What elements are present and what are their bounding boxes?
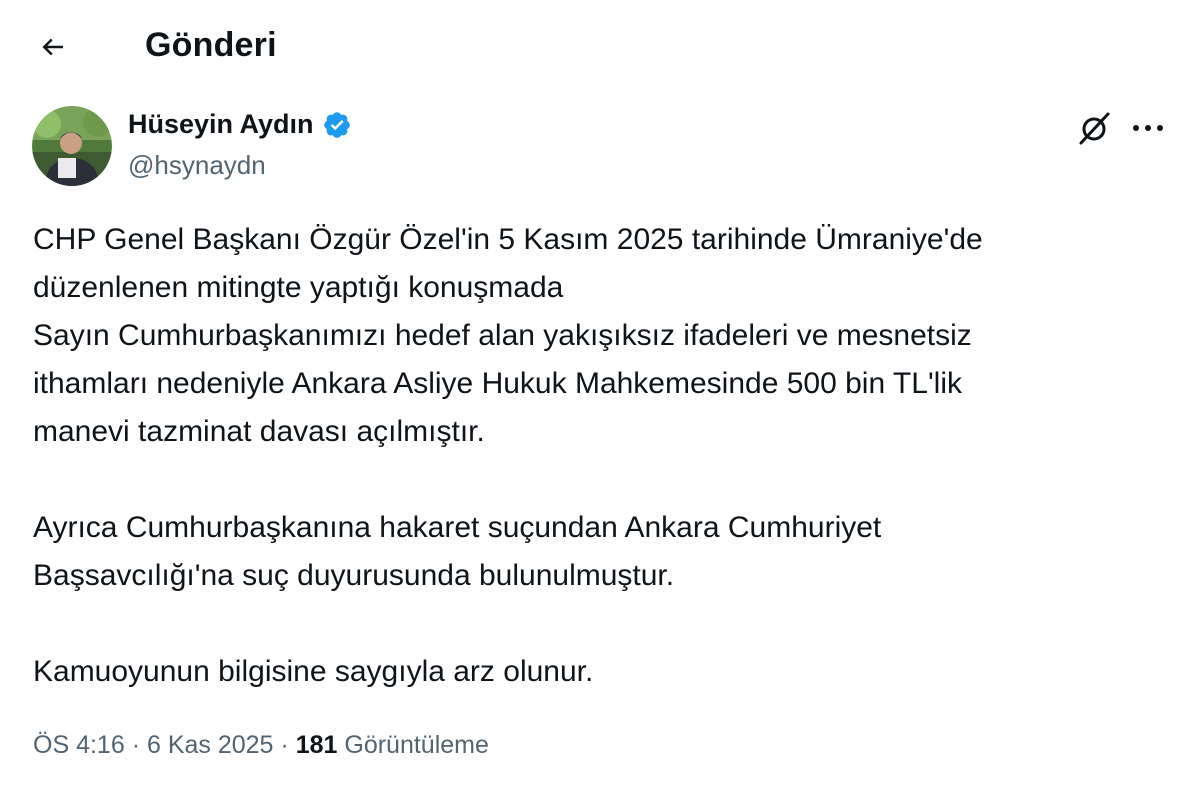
tweet-line: CHP Genel Başkanı Özgür Özel'in 5 Kasım … xyxy=(33,223,983,256)
tweet-line: Ayrıca Cumhurbaşkanına hakaret suçundan … xyxy=(33,511,882,544)
header: Gönderi xyxy=(0,0,1200,92)
back-button[interactable] xyxy=(30,24,76,70)
tweet-time[interactable]: ÖS 4:16 xyxy=(33,731,125,759)
meta-separator: · xyxy=(131,731,141,759)
avatar-image xyxy=(32,106,112,186)
tweet-line: manevi tazminat davası açılmıştır. xyxy=(33,415,485,448)
author-name-row[interactable]: Hüseyin Aydın xyxy=(128,109,352,140)
tweet-line: Sayın Cumhurbaşkanımızı hedef alan yakış… xyxy=(33,319,972,352)
meta-separator: · xyxy=(280,731,289,759)
tweet-text: CHP Genel Başkanı Özgür Özel'in 5 Kasım … xyxy=(33,216,1173,696)
author-handle[interactable]: @hsynaydn xyxy=(128,150,266,181)
author-name[interactable]: Hüseyin Aydın xyxy=(128,109,314,140)
post-detail-page: Gönderi Hüseyin Aydın @hsynaydn CHP Gene… xyxy=(0,0,1200,793)
grok-icon[interactable] xyxy=(1077,110,1113,146)
tweet-line: Kamuoyunun bilgisine saygıyla arz olunur… xyxy=(33,655,594,688)
tweet-line: Başsavcılığı'na suç duyurusunda bulunulm… xyxy=(33,559,675,592)
tweet-date[interactable]: 6 Kas 2025 xyxy=(147,731,274,759)
more-horizontal-icon[interactable] xyxy=(1128,112,1168,144)
arrow-left-icon xyxy=(42,38,63,56)
tweet-meta: ÖS 4:16 · 6 Kas 2025 · 181 Görüntüleme xyxy=(33,731,489,760)
verified-badge-icon xyxy=(323,111,350,138)
views-label: Görüntüleme xyxy=(344,731,489,759)
page-title: Gönderi xyxy=(145,26,277,64)
views-count: 181 xyxy=(295,731,338,759)
tweet-line: ithamları nedeniyle Ankara Asliye Hukuk … xyxy=(33,367,963,400)
tweet-line: düzenlenen mitingte yaptığı konuşmada xyxy=(33,271,564,304)
avatar[interactable] xyxy=(32,106,112,186)
